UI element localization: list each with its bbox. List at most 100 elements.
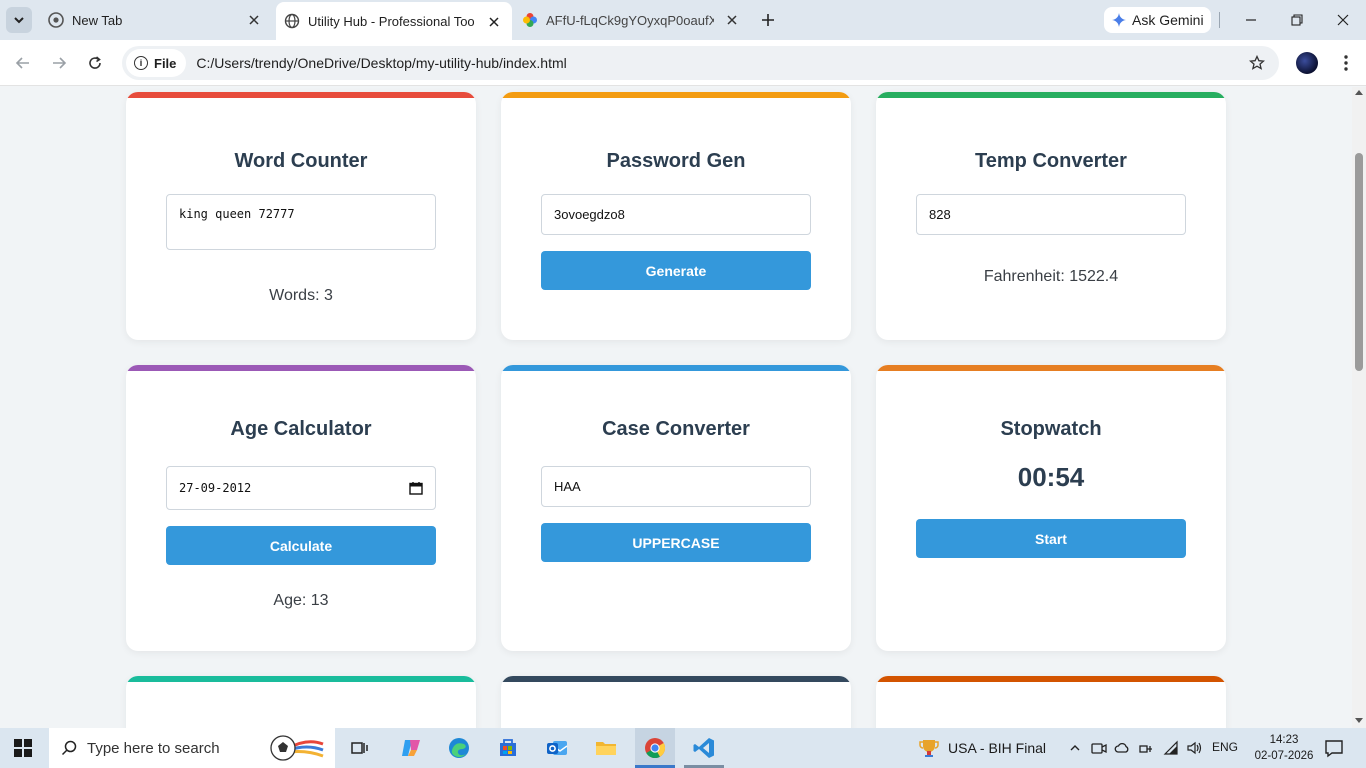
card-accent-bar <box>501 92 851 98</box>
tab-title: New Tab <box>72 12 123 28</box>
weather-widget[interactable]: USA - BIH Final <box>918 728 1046 768</box>
chrome-taskbar-icon[interactable] <box>641 734 669 762</box>
volume-icon[interactable] <box>1186 740 1202 756</box>
close-icon[interactable] <box>724 12 740 28</box>
minimize-icon <box>1246 19 1256 21</box>
stopwatch-card: Stopwatch 00:54 Start <box>876 365 1226 651</box>
card-accent-bar <box>126 92 476 98</box>
gemini-sparkle-icon <box>1112 13 1126 27</box>
back-button[interactable] <box>12 52 34 74</box>
meet-now-icon[interactable] <box>1091 740 1107 756</box>
page-scrollbar[interactable] <box>1352 87 1366 728</box>
ask-gemini-label: Ask Gemini <box>1132 12 1204 28</box>
url-text[interactable]: C:/Users/trendy/OneDrive/Desktop/my-util… <box>196 55 566 71</box>
generate-button[interactable]: Generate <box>541 251 811 290</box>
profile-avatar[interactable] <box>1296 52 1318 74</box>
windows-start-button[interactable] <box>14 739 32 757</box>
microsoft-store-icon[interactable] <box>494 734 522 762</box>
arrow-left-icon <box>15 57 29 69</box>
reload-button[interactable] <box>84 52 106 74</box>
clock-time: 14:23 <box>1269 734 1299 746</box>
system-clock[interactable]: 14:23 02-07-2026 <box>1254 732 1314 764</box>
language-indicator[interactable]: ENG <box>1212 740 1238 754</box>
minimize-button[interactable] <box>1241 10 1261 30</box>
birthdate-value: 27-09-2012 <box>179 481 252 495</box>
word-counter-textarea[interactable]: king queen 72777 <box>166 194 436 250</box>
birthdate-input[interactable]: 27-09-2012 <box>166 466 436 510</box>
close-window-button[interactable] <box>1333 10 1353 30</box>
chevron-up-icon[interactable] <box>1067 740 1083 756</box>
restore-icon <box>1291 14 1303 26</box>
onedrive-icon[interactable] <box>1114 740 1130 756</box>
chrome-icon <box>48 12 64 28</box>
taskbar-search-box[interactable]: Type here to search <box>49 728 335 768</box>
globe-icon <box>284 13 300 29</box>
card-accent-bar <box>876 365 1226 371</box>
address-bar[interactable]: i File C:/Users/trendy/OneDrive/Desktop/… <box>122 46 1279 80</box>
tool-card <box>126 676 476 728</box>
temp-converter-card: Temp Converter 828 Fahrenheit: 1522.4 <box>876 92 1226 340</box>
ask-gemini-button[interactable]: Ask Gemini <box>1104 7 1211 33</box>
tab-new-tab[interactable]: New Tab <box>40 0 272 40</box>
calculate-button[interactable]: Calculate <box>166 526 436 565</box>
chevron-down-icon <box>14 17 24 24</box>
scrollbar-thumb[interactable] <box>1355 153 1363 371</box>
browser-toolbar: i File C:/Users/trendy/OneDrive/Desktop/… <box>0 40 1366 86</box>
close-icon <box>1337 14 1349 26</box>
card-accent-bar <box>501 676 851 682</box>
search-icon <box>61 740 77 756</box>
age-calculator-card: Age Calculator 27-09-2012 Calculate Age:… <box>126 365 476 651</box>
card-title: Stopwatch <box>1000 418 1102 440</box>
tab-utility-hub[interactable]: Utility Hub - Professional Toolkit <box>276 2 512 40</box>
calendar-icon[interactable] <box>409 481 423 495</box>
start-button[interactable]: Start <box>916 519 1186 558</box>
reload-icon <box>89 56 101 69</box>
forward-button[interactable] <box>48 52 70 74</box>
bookmark-button[interactable] <box>1247 53 1267 73</box>
tab-title: AFfU-fLqCk9gYOyxqP0oaufXXi7 <box>546 12 714 28</box>
card-title: Temp Converter <box>975 150 1127 172</box>
windows-taskbar: Type here to search USA - BIH Final ENG … <box>0 728 1366 768</box>
new-tab-button[interactable] <box>758 10 778 30</box>
case-input[interactable]: HAA <box>541 466 811 507</box>
age-result: Age: 13 <box>273 592 329 609</box>
search-placeholder: Type here to search <box>87 739 220 757</box>
card-title: Age Calculator <box>230 418 372 440</box>
close-icon[interactable] <box>486 14 502 30</box>
tool-card <box>501 676 851 728</box>
star-icon <box>1249 55 1265 70</box>
card-accent-bar <box>126 676 476 682</box>
vscode-icon[interactable] <box>690 734 718 762</box>
network-icon[interactable] <box>1138 740 1154 756</box>
weather-text: USA - BIH Final <box>948 740 1047 756</box>
arrow-right-icon <box>53 57 67 69</box>
more-vertical-icon <box>1344 55 1348 71</box>
card-title: Case Converter <box>602 418 750 440</box>
page-viewport: Word Counter king queen 72777 Words: 3 P… <box>0 87 1352 728</box>
site-info-chip[interactable]: i File <box>126 49 187 77</box>
case-converter-card: Case Converter HAA UPPERCASE <box>501 365 851 651</box>
card-title: Password Gen <box>606 150 746 172</box>
notification-icon[interactable] <box>1324 738 1344 758</box>
clock-date: 02-07-2026 <box>1254 750 1314 762</box>
tab-title: Utility Hub - Professional Toolkit <box>308 13 474 29</box>
copilot-icon[interactable] <box>397 734 425 762</box>
fahrenheit-result: Fahrenheit: 1522.4 <box>983 268 1119 285</box>
outlook-icon[interactable] <box>543 734 571 762</box>
close-icon[interactable] <box>246 12 262 28</box>
scroll-up-icon[interactable] <box>1355 90 1363 95</box>
tool-card <box>876 676 1226 728</box>
edge-icon[interactable] <box>445 734 473 762</box>
scroll-down-icon[interactable] <box>1355 718 1363 723</box>
wifi-icon[interactable] <box>1163 740 1179 756</box>
task-view-icon[interactable] <box>346 734 374 762</box>
celsius-input[interactable]: 828 <box>916 194 1186 235</box>
uppercase-button[interactable]: UPPERCASE <box>541 523 811 562</box>
tab-search-button[interactable] <box>6 7 32 33</box>
trophy-icon <box>919 740 939 757</box>
file-explorer-icon[interactable] <box>592 734 620 762</box>
tab-photos[interactable]: AFfU-fLqCk9gYOyxqP0oaufXXi7 <box>514 0 750 40</box>
restore-button[interactable] <box>1287 10 1307 30</box>
browser-menu-button[interactable] <box>1338 52 1354 74</box>
password-output-field[interactable]: 3ovoegdzo8 <box>541 194 811 235</box>
